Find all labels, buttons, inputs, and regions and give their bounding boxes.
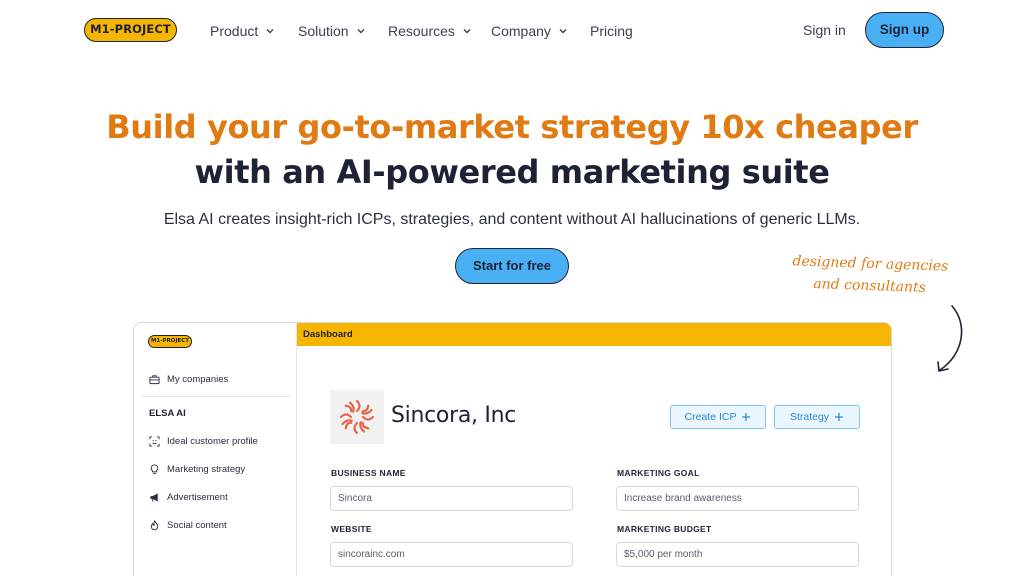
lightbulb-icon — [150, 464, 159, 474]
plus-icon — [835, 413, 844, 421]
curved-arrow-icon — [937, 305, 963, 372]
sidebar-item-label: Advertisement — [167, 492, 228, 503]
sidebar-item-label: My companies — [167, 374, 229, 385]
briefcase-icon — [149, 375, 160, 385]
nav-company[interactable]: Company — [491, 22, 568, 40]
marketing-budget-label: MARKETING BUDGET — [617, 524, 712, 534]
business-name-label: BUSINESS NAME — [331, 468, 406, 478]
nav-company-label: Company — [491, 23, 551, 39]
hero-subtitle: Elsa AI creates insight-rich ICPs, strat… — [163, 211, 861, 228]
website-label: WEBSITE — [331, 524, 372, 534]
dashboard-topbar: Dashboard — [297, 323, 891, 346]
hero-headline-accent: Build your go-to-market strategy 10x che… — [106, 108, 918, 146]
nav-pricing-label: Pricing — [590, 23, 633, 39]
website-input[interactable]: sincorainc.com — [330, 542, 573, 567]
sidebar-item-strategy[interactable]: Marketing strategy — [149, 464, 245, 475]
strategy-label: Strategy — [789, 411, 830, 423]
nav-resources-label: Resources — [388, 23, 455, 39]
sidebar-item-label: Marketing strategy — [167, 464, 246, 475]
create-icp-label: Create ICP — [684, 411, 737, 423]
hero-headline: with an AI-powered marketing suite — [194, 153, 830, 191]
sidebar-item-social[interactable]: Social content — [149, 520, 227, 531]
create-icp-button[interactable]: Create ICP — [670, 405, 766, 429]
sidebar-item-my-companies[interactable]: My companies — [149, 374, 228, 385]
start-free-button[interactable]: Start for free — [455, 248, 569, 284]
nav-resources[interactable]: Resources — [388, 22, 472, 40]
strategy-button[interactable]: Strategy — [774, 405, 860, 429]
handwritten-note: designed for agencies and consultants — [781, 250, 958, 300]
sidebar-item-label: Social content — [167, 520, 227, 531]
plus-icon — [742, 413, 751, 421]
company-logo — [330, 390, 384, 444]
sidebar-item-label: Ideal customer profile — [167, 436, 258, 447]
nav-pricing[interactable]: Pricing — [590, 22, 633, 40]
chevron-down-icon — [559, 29, 567, 34]
sunburst-logo-icon — [339, 399, 375, 435]
nav-product[interactable]: Product — [210, 22, 275, 40]
sidebar-divider — [142, 396, 290, 397]
marketing-goal-label: MARKETING GOAL — [617, 468, 700, 478]
nav-solution-label: Solution — [298, 23, 349, 39]
company-name: Sincora, Inc — [391, 403, 517, 428]
app-preview: M1-PROJECT My companies ELSA AI Ideal cu… — [133, 322, 892, 576]
chevron-down-icon — [266, 29, 274, 34]
marketing-goal-input[interactable]: Increase brand awareness — [616, 486, 859, 511]
signin-link[interactable]: Sign in — [803, 22, 846, 38]
sidebar-item-icp[interactable]: Ideal customer profile — [149, 436, 258, 447]
app-logo: M1-PROJECT — [148, 335, 192, 348]
sidebar-item-advertisement[interactable]: Advertisement — [149, 492, 228, 503]
megaphone-icon — [150, 493, 158, 502]
scan-face-icon — [149, 436, 160, 447]
flame-icon — [150, 520, 159, 531]
chevron-down-icon — [463, 29, 471, 34]
business-name-input[interactable]: Sincora — [330, 486, 573, 511]
chevron-down-icon — [357, 29, 365, 34]
brand-logo[interactable]: M1-PROJECT — [84, 18, 177, 42]
signup-button[interactable]: Sign up — [865, 12, 944, 48]
sidebar-section-title: ELSA AI — [149, 408, 186, 419]
nav-solution[interactable]: Solution — [298, 22, 366, 40]
app-sidebar: M1-PROJECT My companies ELSA AI Ideal cu… — [134, 323, 297, 576]
marketing-budget-input[interactable]: $5,000 per month — [616, 542, 859, 567]
nav-product-label: Product — [210, 23, 259, 39]
